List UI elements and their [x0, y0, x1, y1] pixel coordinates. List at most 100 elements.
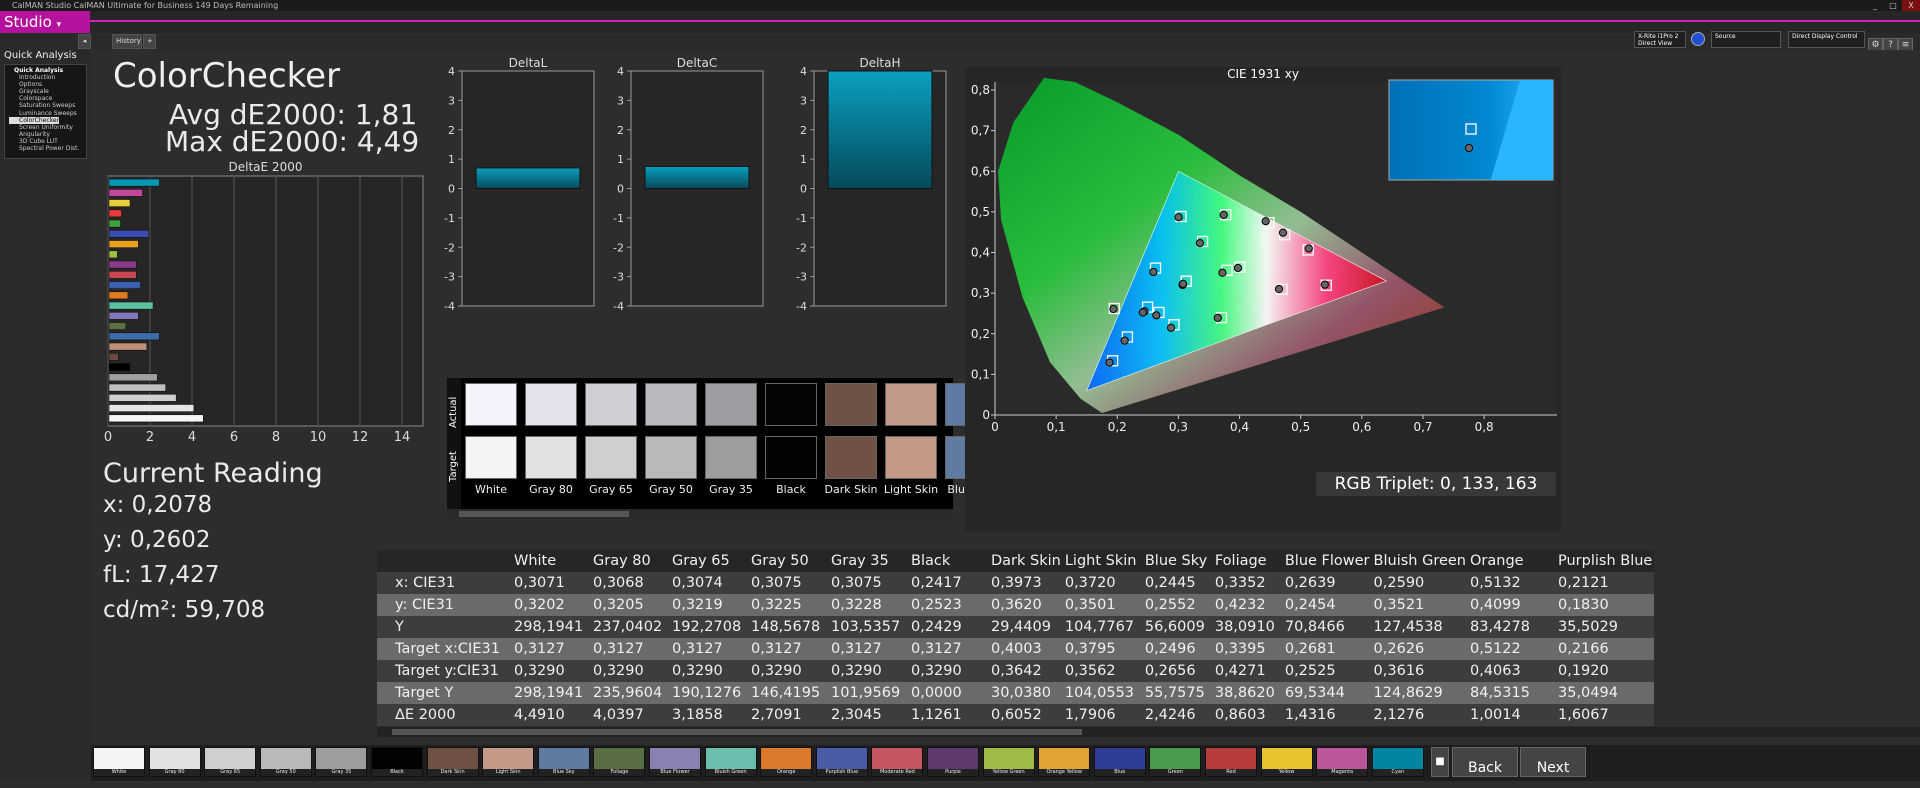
column-header[interactable]: Purplish Blue [1554, 550, 1654, 572]
table-row: Target Y 298,1941 235,9604 190,1276 146,4195… [377, 682, 1654, 704]
patch-button[interactable]: Gray 80 [148, 747, 201, 777]
patch-button[interactable]: Black [371, 747, 423, 777]
column-header[interactable]: Bluish Green [1369, 550, 1466, 572]
patch-button[interactable]: Dark Skin [426, 747, 479, 777]
sidebar-item[interactable]: Quick Analysis [9, 67, 82, 74]
measurement-table: White Gray 80 Gray 65 Gray 50 Gray 35 Black Da… [377, 550, 1920, 740]
table-cell: 0,5132 [1466, 572, 1554, 594]
y-tick-label: 4 [800, 65, 807, 78]
sidebar-item[interactable]: Colorspace [9, 95, 82, 102]
table-cell: 148,5678 [747, 616, 827, 638]
back-button[interactable]: Back [1452, 747, 1518, 777]
sidebar-item[interactable]: Options [9, 81, 82, 88]
deltae-bar [108, 209, 122, 218]
patch-button[interactable]: Gray 50 [259, 747, 312, 777]
patch-button[interactable]: Orange [760, 747, 813, 777]
column-header[interactable]: Dark Skin [987, 550, 1061, 572]
actual-swatch [765, 383, 817, 426]
rgb-triplet: RGB Triplet: 0, 133, 163 [1316, 472, 1556, 496]
display-select[interactable]: Direct Display Control [1788, 31, 1865, 48]
delta-bar [475, 167, 581, 189]
patch-button[interactable]: Moderate Red [871, 747, 924, 777]
meter-status-icon[interactable] [1691, 32, 1705, 46]
y-tick-label: -2 [796, 241, 807, 254]
patch-button[interactable]: Foliage [593, 747, 646, 777]
patch-button[interactable]: Orange Yellow [1038, 747, 1091, 777]
table-row: Target y:CIE31 0,3290 0,3290 0,3290 0,3290 0,… [377, 660, 1654, 682]
patch-button[interactable]: Blue Flower [649, 747, 701, 777]
column-header[interactable]: Blue Sky [1140, 550, 1211, 572]
sidebar-item[interactable]: Luminance Sweeps [9, 110, 82, 117]
patch-button[interactable]: Blue Sky [537, 747, 590, 777]
swatch-scroll-thumb[interactable] [459, 511, 629, 517]
column-header[interactable]: Black [907, 550, 987, 572]
table-cell: 298,1941 [510, 616, 589, 638]
patch-button[interactable]: Yellow Green [982, 747, 1035, 777]
x-tick-label: 10 [310, 430, 327, 445]
x-tick-label: 4 [188, 430, 196, 445]
measured-point [1149, 267, 1158, 277]
column-header[interactable]: Gray 65 [668, 550, 747, 572]
minimize-button[interactable]: _ [1866, 0, 1884, 11]
table-cell: 0,2121 [1554, 572, 1654, 594]
column-header[interactable]: White [510, 550, 589, 572]
patch-button[interactable]: Gray 35 [315, 747, 368, 777]
patch-label: Orange [761, 769, 812, 776]
sidebar-item[interactable]: Screen Uniformity [9, 124, 82, 131]
next-button[interactable]: Next [1520, 747, 1586, 777]
patch-button[interactable]: Red [1205, 747, 1257, 777]
close-button[interactable]: X [1902, 0, 1920, 11]
sidebar-item[interactable]: Angularity [9, 131, 82, 138]
table-scrollbar[interactable] [377, 727, 1920, 737]
column-header[interactable]: Blue Flower [1280, 550, 1370, 572]
patch-button[interactable]: Blue [1093, 747, 1146, 777]
patch-label: Green [1150, 769, 1201, 776]
table-cell: 0,3290 [907, 660, 987, 682]
patch-button[interactable]: Purple [927, 747, 979, 777]
sidebar-item[interactable]: Saturation Sweeps [9, 102, 82, 109]
add-tab-button[interactable]: + [143, 34, 156, 49]
data-table: White Gray 80 Gray 65 Gray 50 Gray 35 Black Da… [377, 550, 1654, 726]
table-cell: 83,4278 [1466, 616, 1554, 638]
table-cell: 1,7906 [1060, 704, 1141, 726]
column-header[interactable]: Gray 50 [747, 550, 827, 572]
table-cell: 2,7091 [747, 704, 827, 726]
measured-point [1213, 313, 1222, 323]
tab-history-1[interactable]: History 1 [112, 34, 142, 58]
patch-button[interactable]: Light Skin [482, 747, 535, 777]
source-select[interactable]: Source [1711, 31, 1781, 48]
column-header[interactable]: Gray 35 [827, 550, 907, 572]
patch-button[interactable]: Cyan [1371, 747, 1424, 777]
patch-button[interactable]: White [93, 747, 145, 777]
patch-button[interactable]: Yellow [1260, 747, 1313, 777]
patch-button[interactable]: Green [1149, 747, 1202, 777]
table-cell: 0,3075 [827, 572, 907, 594]
column-header[interactable]: Gray 80 [589, 550, 668, 572]
y-tick-label: -3 [613, 271, 624, 284]
patch-button[interactable]: Bluish Green [704, 747, 757, 777]
stop-icon[interactable]: ■ [1431, 747, 1449, 777]
patch-button[interactable]: Magenta [1316, 747, 1369, 777]
sidebar-item[interactable]: Spectral Power Dist. [9, 145, 82, 152]
column-header[interactable]: Orange [1466, 550, 1554, 572]
sidebar-item[interactable]: 3D Cube LUT [9, 138, 82, 145]
maximize-button[interactable]: □ [1884, 0, 1902, 11]
column-header[interactable]: Foliage [1210, 550, 1281, 572]
patch-label: Gray 35 [316, 769, 367, 776]
table-scroll-thumb[interactable] [392, 729, 1082, 735]
sidebar-item[interactable]: ColorChecker [9, 116, 60, 124]
patch-label: Foliage [594, 769, 645, 776]
table-cell: 0,3521 [1369, 594, 1466, 616]
patch-button[interactable]: Gray 65 [204, 747, 257, 777]
sidebar-item[interactable]: Introduction [9, 74, 82, 81]
actual-swatch [705, 383, 757, 426]
deltae-bar [108, 393, 177, 402]
table-cell: 0,4003 [987, 638, 1061, 660]
studio-menu-button[interactable]: Studio ▾ [0, 11, 90, 33]
patch-button[interactable]: Purplish Blue [815, 747, 868, 777]
column-header[interactable]: Light Skin [1060, 550, 1141, 572]
meter-select[interactable]: X-Rite i1Pro 2 Direct View [1634, 31, 1686, 48]
swatch-scrollbar[interactable] [447, 509, 953, 519]
sidebar-item[interactable]: Grayscale [9, 88, 82, 95]
tab-scroll-left-icon[interactable]: ◂ [78, 34, 91, 49]
